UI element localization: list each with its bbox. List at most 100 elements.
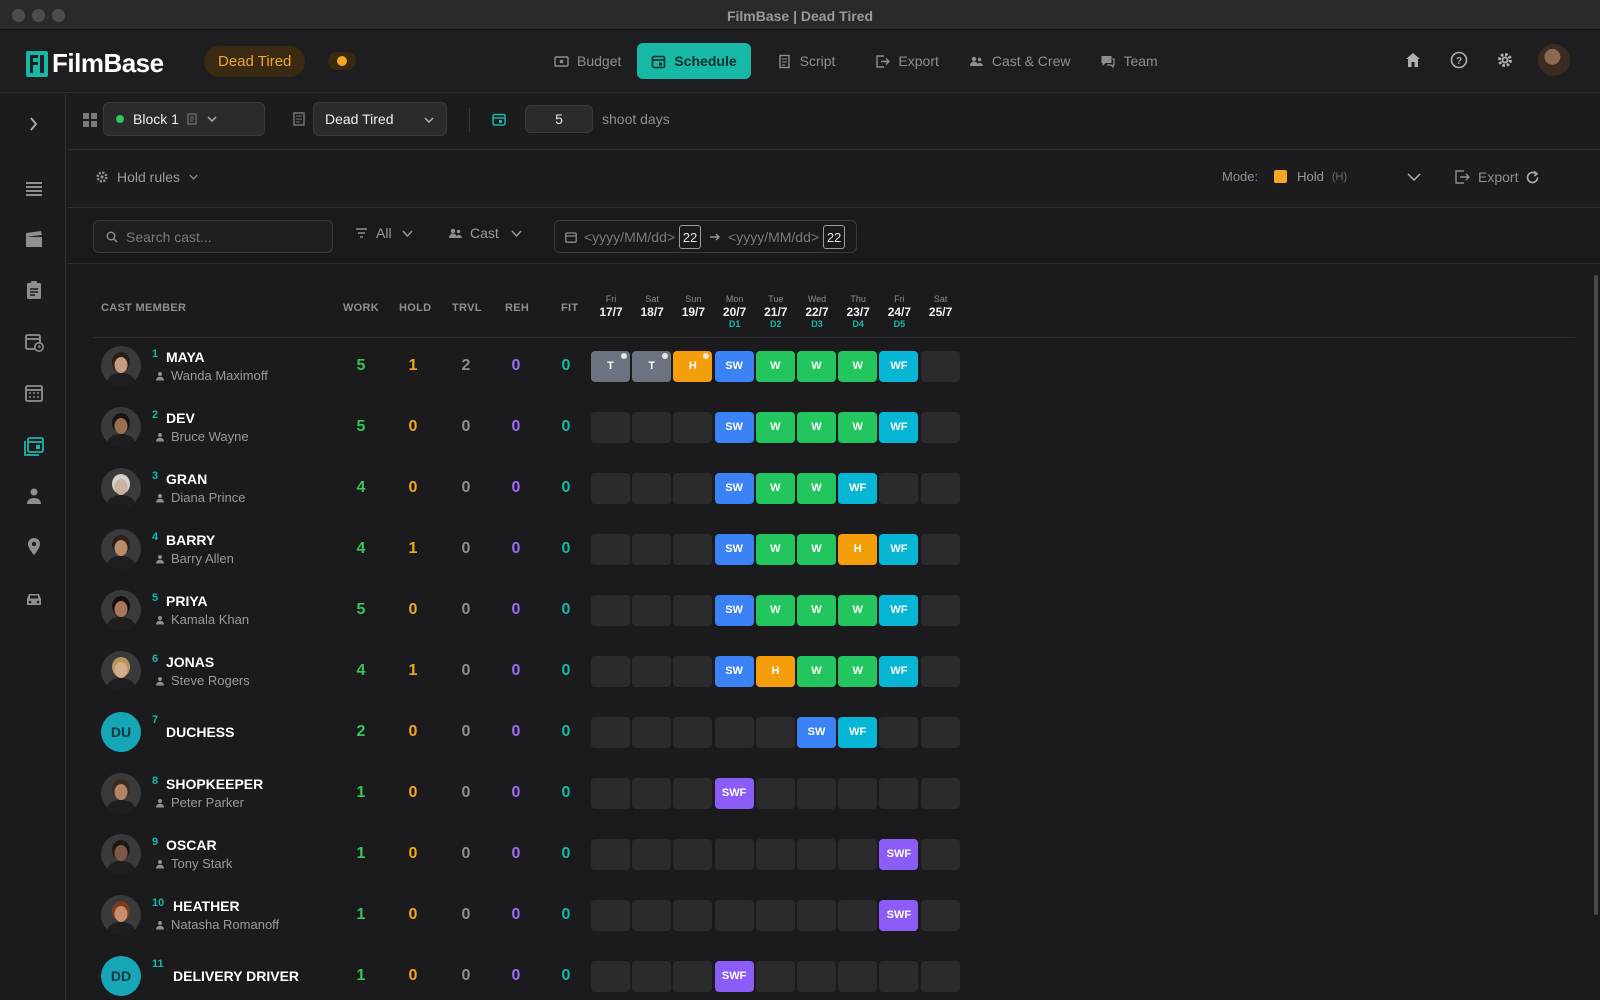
character-name[interactable]: PRIYA (166, 593, 208, 609)
table-row[interactable]: 5 PRIYA Kamala Khan 5 0 0 0 0 SW W W W WF (93, 580, 993, 641)
schedule-cell[interactable] (632, 839, 672, 870)
character-name[interactable]: SHOPKEEPER (166, 776, 263, 792)
schedule-cell[interactable] (632, 961, 672, 992)
calendar-clock-icon[interactable] (23, 331, 45, 353)
day-header[interactable]: Sun 19/7 (673, 294, 713, 330)
schedule-cell[interactable] (755, 778, 795, 809)
schedule-cell[interactable] (714, 900, 754, 931)
calendar-icon[interactable] (23, 382, 45, 404)
schedule-cell[interactable] (591, 717, 630, 748)
schedule-cell[interactable]: W (755, 351, 795, 382)
schedule-cell[interactable] (714, 839, 754, 870)
schedule-cell[interactable]: W (838, 412, 878, 443)
schedule-cell[interactable]: W (755, 412, 795, 443)
tab-export[interactable]: Export (861, 43, 952, 79)
schedule-cell[interactable]: WF (879, 595, 919, 626)
avatar[interactable] (101, 529, 141, 569)
schedule-cell[interactable]: SWF (714, 778, 754, 809)
avatar[interactable] (101, 346, 141, 386)
schedule-cell[interactable]: SW (714, 656, 754, 687)
date-to-input[interactable]: <yyyy/MM/dd> (728, 229, 819, 245)
schedule-cell[interactable]: W (755, 534, 795, 565)
schedule-cell[interactable] (838, 839, 878, 870)
home-icon[interactable] (1398, 45, 1428, 75)
schedule-cell[interactable] (755, 839, 795, 870)
schedule-cell[interactable]: WF (879, 656, 919, 687)
schedule-cell[interactable] (591, 595, 630, 626)
schedule-cell[interactable] (591, 839, 630, 870)
actor-name[interactable]: Steve Rogers (155, 673, 250, 688)
schedule-cell[interactable] (920, 595, 960, 626)
header-fit[interactable]: FIT (561, 302, 578, 314)
schedule-cell[interactable] (673, 778, 713, 809)
date-to-calendar-icon[interactable]: 22 (823, 224, 846, 249)
date-from-calendar-icon[interactable]: 22 (679, 224, 702, 249)
schedule-cell[interactable] (632, 473, 672, 504)
actor-name[interactable]: Bruce Wayne (155, 429, 249, 444)
table-row[interactable]: 10 HEATHER Natasha Romanoff 1 0 0 0 0 SWF (93, 885, 993, 946)
schedule-cell[interactable] (920, 839, 960, 870)
filter-all-dropdown[interactable]: All (355, 225, 413, 241)
actor-name[interactable]: Tony Stark (155, 856, 232, 871)
schedule-cell[interactable] (673, 839, 713, 870)
header-trvl[interactable]: TRVL (452, 302, 482, 314)
chevron-down-icon[interactable] (1407, 172, 1421, 181)
schedule-cell[interactable] (920, 778, 960, 809)
avatar[interactable] (101, 773, 141, 813)
character-name[interactable]: JONAS (166, 654, 214, 670)
search-cast-field[interactable] (93, 220, 333, 253)
schedule-cell[interactable]: W (755, 473, 795, 504)
schedule-cell[interactable]: SW (714, 534, 754, 565)
day-header[interactable]: Fri 24/7 D5 (879, 294, 919, 330)
schedule-cell[interactable]: SWF (879, 839, 919, 870)
schedule-cell[interactable]: H (755, 656, 795, 687)
date-from-input[interactable]: <yyyy/MM/dd> (584, 229, 675, 245)
app-logo[interactable]: FilmBase (26, 48, 164, 79)
schedule-cell[interactable] (591, 412, 630, 443)
schedule-cell[interactable] (591, 473, 630, 504)
schedule-cell[interactable] (673, 595, 713, 626)
schedule-cell[interactable] (920, 473, 960, 504)
schedule-cell[interactable] (797, 900, 836, 931)
schedule-cell[interactable]: WF (838, 717, 878, 748)
schedule-cell[interactable]: W (797, 534, 836, 565)
header-work[interactable]: WORK (343, 302, 379, 314)
tab-schedule[interactable]: Schedule (637, 43, 751, 79)
table-row[interactable]: 1 MAYA Wanda Maximoff 5 1 2 0 0 T T H SW W W W WF (93, 336, 993, 397)
schedule-cell[interactable] (673, 961, 713, 992)
export-button[interactable]: Export (1455, 169, 1518, 185)
filter-cast-dropdown[interactable]: Cast (448, 225, 522, 241)
table-row[interactable]: 2 DEV Bruce Wayne 5 0 0 0 0 SW W W W WF (93, 397, 993, 458)
schedule-cell[interactable]: SW (714, 412, 754, 443)
character-name[interactable]: OSCAR (166, 837, 217, 853)
schedule-cell[interactable] (797, 778, 836, 809)
user-avatar[interactable] (1538, 44, 1570, 76)
schedule-cell[interactable] (673, 900, 713, 931)
schedule-cell[interactable] (920, 900, 960, 931)
actor-name[interactable]: Peter Parker (155, 795, 244, 810)
expand-chevron-icon[interactable] (23, 113, 45, 135)
table-row[interactable]: 4 BARRY Barry Allen 4 1 0 0 0 SW W W H WF (93, 519, 993, 580)
avatar[interactable]: DU (101, 712, 141, 752)
schedule-cell[interactable]: WF (879, 351, 919, 382)
actor-name[interactable]: Barry Allen (155, 551, 234, 566)
schedule-cell[interactable] (920, 412, 960, 443)
character-name[interactable]: DELIVERY DRIVER (173, 968, 299, 984)
schedule-cell[interactable] (920, 656, 960, 687)
schedule-cell[interactable] (591, 534, 630, 565)
schedule-cell[interactable]: W (755, 595, 795, 626)
project-status-indicator[interactable] (328, 52, 356, 70)
schedule-cell[interactable] (797, 961, 836, 992)
avatar[interactable] (101, 895, 141, 935)
car-icon[interactable] (23, 588, 45, 610)
schedule-cell[interactable] (632, 595, 672, 626)
schedule-cell[interactable]: SW (714, 595, 754, 626)
schedule-cell[interactable] (755, 900, 795, 931)
schedule-cell[interactable]: W (797, 473, 836, 504)
schedule-cell[interactable]: SW (714, 473, 754, 504)
table-row[interactable]: DU 7 DUCHESS 2 0 0 0 0 SW WF (93, 702, 993, 763)
tab-cast-crew[interactable]: Cast & Crew (955, 43, 1085, 79)
schedule-cell[interactable]: W (838, 656, 878, 687)
character-name[interactable]: BARRY (166, 532, 215, 548)
header-hold[interactable]: HOLD (399, 302, 431, 314)
